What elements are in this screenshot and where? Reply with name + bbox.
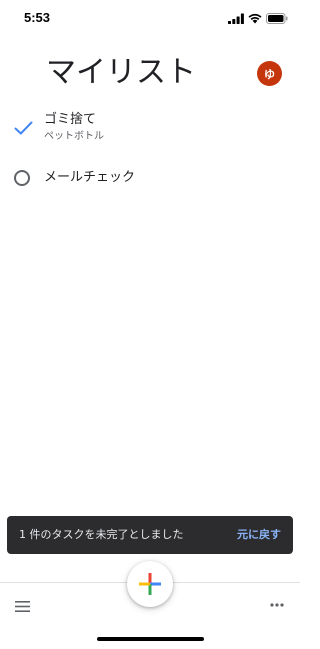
status-icons [228, 12, 288, 24]
circle-icon[interactable] [14, 170, 30, 186]
snackbar-message: 1 件のタスクを未完了としました [19, 528, 184, 541]
add-task-button[interactable] [127, 561, 173, 607]
menu-icon[interactable] [15, 601, 30, 612]
task-title: メールチェック [44, 170, 136, 185]
plus-icon [139, 573, 161, 595]
undo-button[interactable]: 元に戻す [237, 527, 281, 543]
check-icon[interactable] [14, 121, 33, 135]
signal-icon [228, 13, 244, 24]
task-title: ゴミ捨て [44, 112, 97, 127]
home-indicator[interactable] [97, 637, 204, 641]
task-item[interactable]: ゴミ捨て ペットボトル [0, 108, 300, 150]
more-horizontal-icon[interactable] [270, 603, 284, 607]
battery-icon [266, 12, 288, 24]
snackbar: 1 件のタスクを未完了としました 元に戻す [7, 516, 293, 554]
task-subtitle: ペットボトル [44, 131, 104, 142]
wifi-icon [248, 13, 262, 23]
status-bar: 5:53 [0, 0, 300, 36]
task-item[interactable]: メールチェック [0, 164, 300, 194]
status-time: 5:53 [24, 10, 51, 25]
page-title: マイリスト [46, 55, 196, 90]
avatar[interactable]: ゆ [257, 61, 282, 86]
